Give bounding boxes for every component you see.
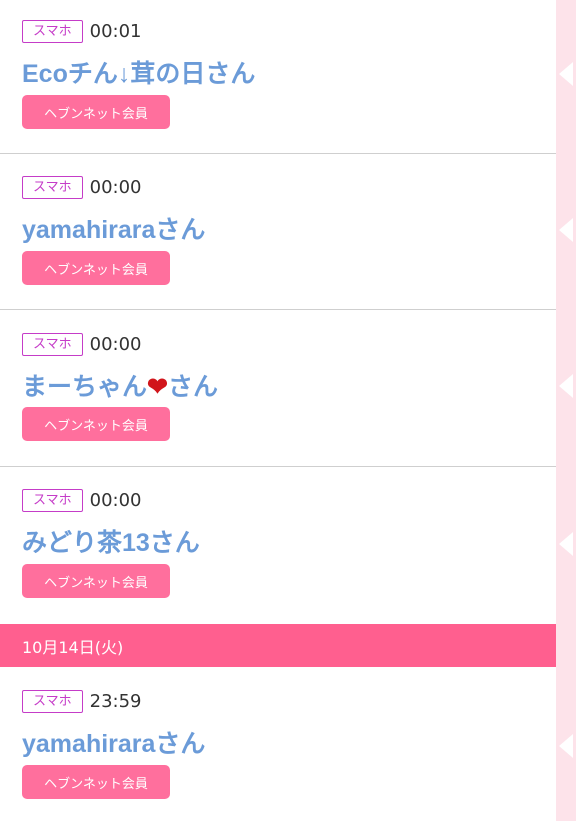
- visitor-name[interactable]: yamahiraraさん: [22, 210, 205, 246]
- device-tag: スマホ: [22, 489, 83, 512]
- member-badge[interactable]: ヘブンネット会員: [22, 765, 170, 799]
- visitor-name[interactable]: みどり茶13さん: [22, 523, 200, 559]
- member-badge[interactable]: ヘブンネット会員: [22, 407, 170, 441]
- visitor-name[interactable]: yamahiraraさん: [22, 724, 205, 760]
- entry-meta: スマホ 00:00: [22, 332, 142, 357]
- visit-time: 00:00: [89, 490, 142, 511]
- device-tag: スマホ: [22, 333, 83, 356]
- list-item: スマホ 23:59 yamahiraraさん ヘブンネット会員: [0, 667, 556, 821]
- visitor-name-suffix: さん: [167, 373, 218, 401]
- entry-meta: スマホ 00:00: [22, 488, 142, 513]
- list-item: スマホ 00:00 まーちゃん❤さん ヘブンネット会員: [0, 310, 556, 467]
- list-item: スマホ 00:01 Ecoチん↓茸の日さん ヘブンネット会員: [0, 0, 556, 154]
- visitor-name-text: まーちゃん: [22, 373, 148, 401]
- chevron-left-icon: [559, 532, 573, 556]
- chevron-left-icon: [559, 374, 573, 398]
- list-item: スマホ 00:00 yamahiraraさん ヘブンネット会員: [0, 154, 556, 310]
- visit-time: 00:00: [89, 177, 142, 198]
- device-tag: スマホ: [22, 20, 83, 43]
- visitor-name[interactable]: まーちゃん❤さん: [22, 367, 218, 403]
- list-item: スマホ 00:00 みどり茶13さん ヘブンネット会員: [0, 467, 556, 624]
- entry-meta: スマホ 23:59: [22, 689, 142, 714]
- chevron-left-icon: [559, 218, 573, 242]
- member-badge[interactable]: ヘブンネット会員: [22, 564, 170, 598]
- chevron-left-icon: [559, 734, 573, 758]
- heart-icon: ❤: [147, 373, 168, 401]
- member-badge[interactable]: ヘブンネット会員: [22, 251, 170, 285]
- visit-time: 00:00: [89, 334, 142, 355]
- visitor-name[interactable]: Ecoチん↓茸の日さん: [22, 54, 255, 90]
- chevron-left-icon: [559, 62, 573, 86]
- device-tag: スマホ: [22, 690, 83, 713]
- entry-meta: スマホ 00:01: [22, 19, 142, 44]
- visit-time: 23:59: [89, 691, 142, 712]
- device-tag: スマホ: [22, 176, 83, 199]
- visit-time: 00:01: [89, 21, 142, 42]
- entry-meta: スマホ 00:00: [22, 175, 142, 200]
- date-header: 10月14日(火): [0, 624, 576, 667]
- side-rail: [556, 0, 576, 821]
- visitor-list: スマホ 00:01 Ecoチん↓茸の日さん ヘブンネット会員 スマホ 00:00…: [0, 0, 556, 821]
- member-badge[interactable]: ヘブンネット会員: [22, 95, 170, 129]
